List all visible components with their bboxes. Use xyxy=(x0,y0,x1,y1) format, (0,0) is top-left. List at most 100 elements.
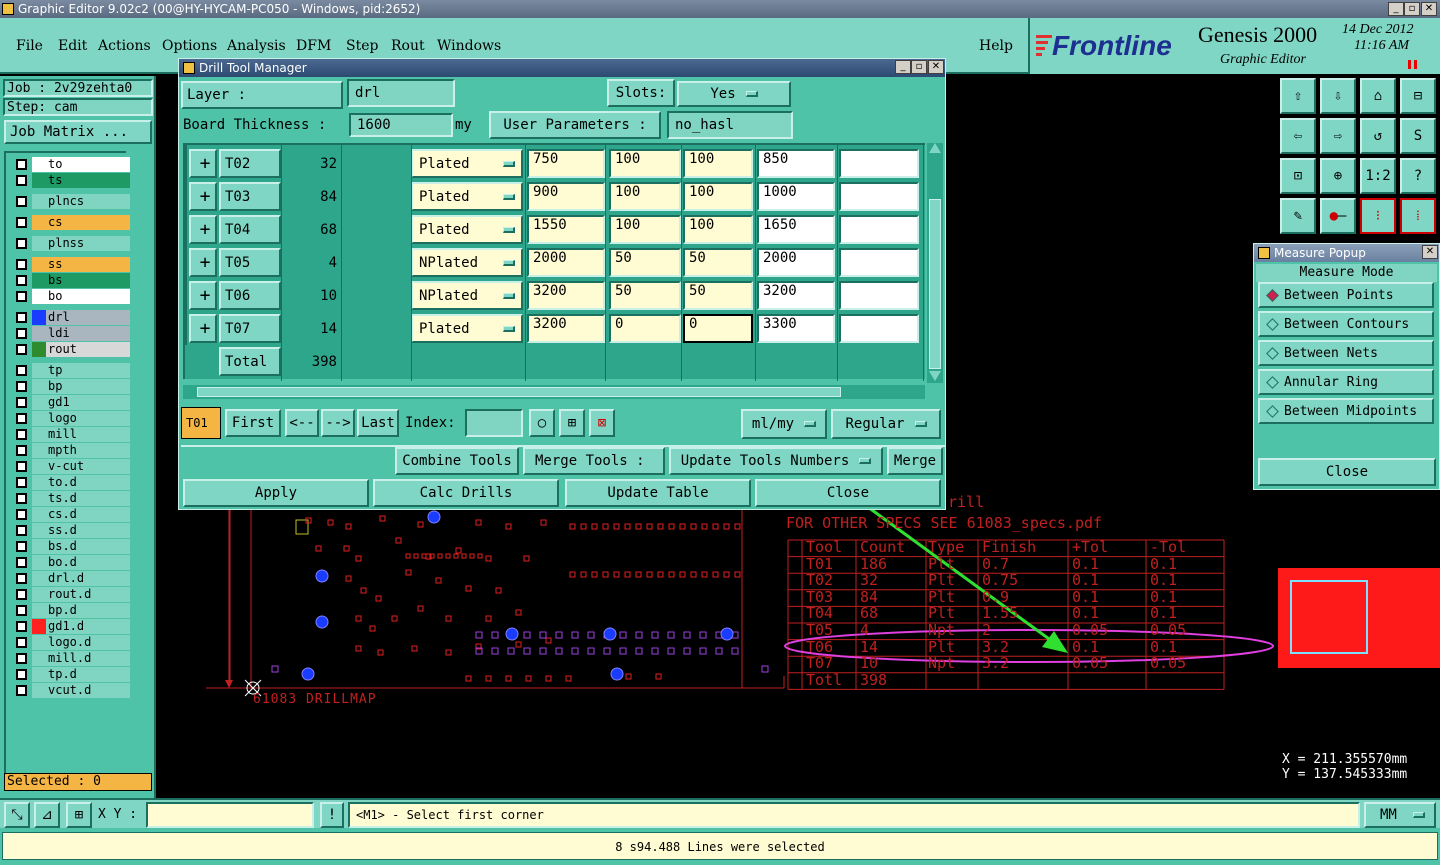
tool-number[interactable]: T05 xyxy=(219,248,281,277)
layer-name[interactable]: gd1.d xyxy=(46,619,130,634)
layer-name[interactable]: plncs xyxy=(46,194,130,209)
tool-type-dropdown[interactable]: Plated xyxy=(411,314,523,343)
measure-close-button[interactable]: Close xyxy=(1258,458,1436,486)
plus-tolerance-field[interactable]: 100 xyxy=(609,182,681,211)
zoom-fit-icon[interactable]: ⊡ xyxy=(1280,158,1316,194)
xy-input[interactable] xyxy=(146,802,314,828)
layer-name[interactable]: tp xyxy=(46,363,130,378)
preview-window[interactable] xyxy=(1278,568,1440,668)
layer-checkbox[interactable] xyxy=(16,525,27,536)
layer-checkbox[interactable] xyxy=(16,541,27,552)
layer-row[interactable]: ts.d xyxy=(14,491,130,506)
layer-checkbox[interactable] xyxy=(16,238,27,249)
window-split-icon[interactable]: ⊟ xyxy=(1400,78,1436,114)
layer-name[interactable]: vcut.d xyxy=(46,683,130,698)
layer-checkbox[interactable] xyxy=(16,259,27,270)
layer-row[interactable]: tp xyxy=(14,363,130,378)
plus-tolerance-field[interactable]: 100 xyxy=(609,149,681,178)
layer-checkbox[interactable] xyxy=(16,196,27,207)
minus-tolerance-field[interactable]: 0 xyxy=(683,314,753,343)
combine-tools-button[interactable]: Combine Tools xyxy=(395,447,519,475)
finish-size-field[interactable]: 2000 xyxy=(527,248,605,277)
zoom-area-icon[interactable]: ⤡ xyxy=(4,802,30,828)
finish-size-field[interactable]: 900 xyxy=(527,182,605,211)
layer-row[interactable]: bs xyxy=(14,273,130,288)
tool-number[interactable]: T06 xyxy=(219,281,281,310)
units-dropdown[interactable]: ml/my xyxy=(741,409,827,439)
plus-tolerance-field[interactable]: 100 xyxy=(609,215,681,244)
layer-checkbox[interactable] xyxy=(16,509,27,520)
slots-dropdown[interactable]: Yes xyxy=(677,81,791,107)
net-connect-icon[interactable]: ⁞ xyxy=(1400,198,1436,234)
layer-name[interactable]: bo xyxy=(46,289,130,304)
menu-dfm[interactable]: DFM xyxy=(296,38,331,54)
menu-file[interactable]: File xyxy=(16,38,43,54)
layer-name[interactable]: bs xyxy=(46,273,130,288)
extra-field[interactable] xyxy=(839,281,919,310)
scroll-up-icon[interactable] xyxy=(929,143,941,155)
layer-checkbox[interactable] xyxy=(16,477,27,488)
layer-checkbox[interactable] xyxy=(16,493,27,504)
layer-row[interactable]: to xyxy=(14,157,130,172)
pan-right-icon[interactable]: ⇨ xyxy=(1320,118,1356,154)
layer-checkbox[interactable] xyxy=(16,413,27,424)
merge-button[interactable]: Merge xyxy=(887,447,943,475)
drill-size-field[interactable]: 2000 xyxy=(757,248,835,277)
drill-size-field[interactable]: 1650 xyxy=(757,215,835,244)
layer-checkbox[interactable] xyxy=(16,605,27,616)
pause-icon[interactable] xyxy=(1408,60,1411,69)
layer-name[interactable]: mill xyxy=(46,427,130,442)
tool-type-dropdown[interactable]: Plated xyxy=(411,182,523,211)
layer-name[interactable]: bs.d xyxy=(46,539,130,554)
layer-name[interactable]: bp xyxy=(46,379,130,394)
scale-1-2-icon[interactable]: 1:2 xyxy=(1360,158,1396,194)
layer-row[interactable]: rout.d xyxy=(14,587,130,602)
layer-checkbox[interactable] xyxy=(16,653,27,664)
finish-size-field[interactable]: 3200 xyxy=(527,281,605,310)
delete-icon[interactable]: ⊠ xyxy=(589,409,615,437)
minimize-icon[interactable]: _ xyxy=(1388,2,1404,16)
layer-row[interactable]: bp.d xyxy=(14,603,130,618)
menu-actions[interactable]: Actions xyxy=(98,38,151,54)
layer-name[interactable]: rout xyxy=(46,342,130,357)
layer-row[interactable]: bo xyxy=(14,289,130,304)
maximize-icon[interactable]: ▫ xyxy=(1404,2,1420,16)
layer-checkbox[interactable] xyxy=(16,461,27,472)
layer-row[interactable]: bo.d xyxy=(14,555,130,570)
layer-name[interactable]: ts xyxy=(46,173,130,188)
menu-rout[interactable]: Rout xyxy=(391,38,425,54)
layer-name[interactable]: cs.d xyxy=(46,507,130,522)
layer-field[interactable]: drl xyxy=(347,79,455,107)
layer-name[interactable]: drl xyxy=(46,310,130,325)
job-matrix-button[interactable]: Job Matrix ... xyxy=(4,120,152,144)
layer-row[interactable]: gd1 xyxy=(14,395,130,410)
layer-checkbox[interactable] xyxy=(16,429,27,440)
layer-name[interactable]: drl.d xyxy=(46,571,130,586)
finish-size-field[interactable]: 3200 xyxy=(527,314,605,343)
layer-name[interactable]: ldi xyxy=(46,326,130,341)
drill-size-field[interactable]: 3200 xyxy=(757,281,835,310)
measure-option[interactable]: Annular Ring xyxy=(1258,369,1434,395)
layer-name[interactable]: to.d xyxy=(46,475,130,490)
home-icon[interactable]: ⌂ xyxy=(1360,78,1396,114)
dialog-close-icon[interactable]: ✕ xyxy=(928,60,944,74)
measure-tool-icon[interactable]: ● — xyxy=(1320,198,1356,234)
user-parameters-field[interactable]: no_hasl xyxy=(667,111,793,139)
apply-button[interactable]: Apply xyxy=(183,479,369,507)
menu-options[interactable]: Options xyxy=(162,38,217,54)
grid-icon[interactable]: ⊞ xyxy=(66,802,92,828)
calc-drills-button[interactable]: Calc Drills xyxy=(373,479,559,507)
plus-tolerance-field[interactable]: 0 xyxy=(609,314,681,343)
home-in-icon[interactable]: ⇧ xyxy=(1280,78,1316,114)
drill-size-field[interactable]: 850 xyxy=(757,149,835,178)
layer-checkbox[interactable] xyxy=(16,175,27,186)
measure-option[interactable]: Between Midpoints xyxy=(1258,398,1434,424)
minus-tolerance-field[interactable]: 100 xyxy=(683,215,753,244)
layer-checkbox[interactable] xyxy=(16,589,27,600)
layer-row[interactable]: mpth xyxy=(14,443,130,458)
layer-checkbox[interactable] xyxy=(16,557,27,568)
drill-size-field[interactable]: 1000 xyxy=(757,182,835,211)
table-edit-icon[interactable]: ⊞ xyxy=(559,409,585,437)
measure-option[interactable]: Between Contours xyxy=(1258,311,1434,337)
layer-row[interactable]: mill xyxy=(14,427,130,442)
